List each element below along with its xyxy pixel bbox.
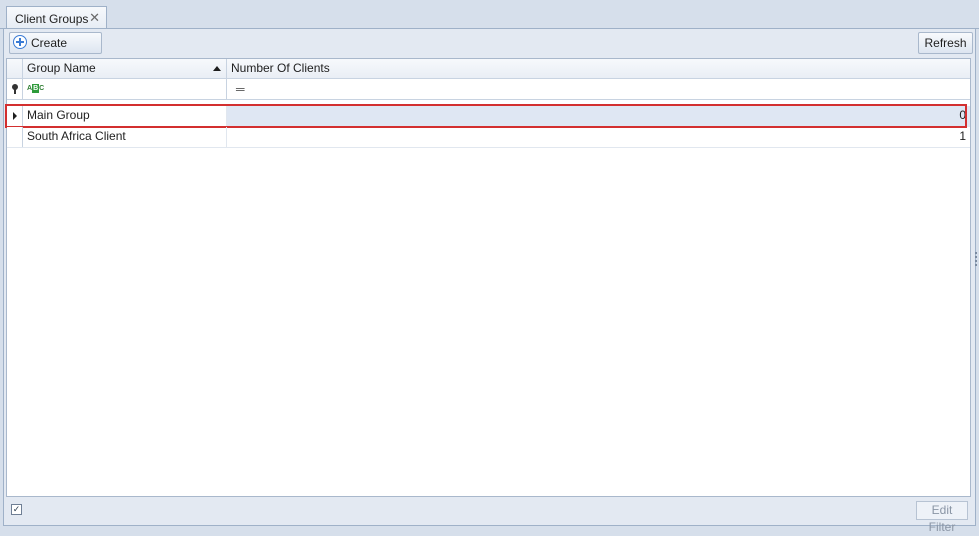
column-header-number-of-clients[interactable]: Number Of Clients (227, 59, 970, 79)
filter-row-indicator (7, 79, 23, 99)
row-indicator-header (7, 59, 23, 78)
close-icon[interactable]: ✕ (89, 10, 100, 26)
row-indicator (7, 127, 23, 147)
add-circle-icon (13, 35, 27, 49)
group-name-filter-input[interactable]: ABC (23, 79, 227, 99)
row-indicator (7, 106, 23, 126)
table-row[interactable]: Main Group 0 (5, 104, 970, 128)
tab-label: Client Groups (15, 12, 89, 26)
refresh-button[interactable]: Refresh (918, 32, 973, 54)
grip-dot (975, 260, 977, 262)
grip-dot (975, 252, 977, 254)
current-row-arrow-icon (13, 112, 17, 120)
client-groups-window: Client Groups ✕ Create Group Refresh Gro… (0, 0, 979, 534)
edit-filter-button[interactable]: Edit Filter (916, 501, 968, 534)
splitter-grip[interactable] (975, 252, 978, 270)
table-row[interactable]: South Africa Client 1 (7, 127, 970, 148)
grid-rows: Main Group 0 South Africa Client 1 (5, 104, 970, 148)
filter-enabled-checkbox[interactable]: ✓ (11, 504, 22, 515)
equals-operator-icon[interactable]: ═ (236, 83, 245, 95)
sort-ascending-icon (213, 66, 221, 71)
number-of-clients-cell[interactable]: 1 (227, 127, 970, 147)
pin-icon (12, 84, 18, 94)
number-of-clients-filter-input[interactable]: ═ (227, 79, 970, 99)
grid-footer: ✓ Edit Filter (6, 497, 971, 534)
group-name-cell[interactable]: Main Group (23, 106, 227, 126)
content-panel: Create Group Refresh Group Name Number O… (3, 28, 976, 534)
tab-client-groups[interactable]: Client Groups ✕ (6, 6, 107, 29)
column-label: Group Name (27, 61, 96, 75)
auto-filter-row: ABC ═ (7, 79, 970, 100)
grip-dot (975, 256, 977, 258)
create-group-button[interactable]: Create Group (9, 32, 102, 70)
column-label: Number Of Clients (231, 61, 330, 75)
grip-dot (975, 264, 977, 266)
group-name-cell[interactable]: South Africa Client (23, 127, 227, 147)
client-groups-grid: Group Name Number Of Clients ABC ═ Main … (5, 58, 971, 497)
column-header-group-name[interactable]: Group Name (23, 59, 227, 79)
tab-strip: Client Groups ✕ (0, 0, 979, 29)
number-of-clients-cell[interactable]: 0 (227, 106, 970, 126)
text-filter-icon[interactable]: ABC (27, 84, 44, 93)
grid-header: Group Name Number Of Clients (7, 59, 970, 79)
